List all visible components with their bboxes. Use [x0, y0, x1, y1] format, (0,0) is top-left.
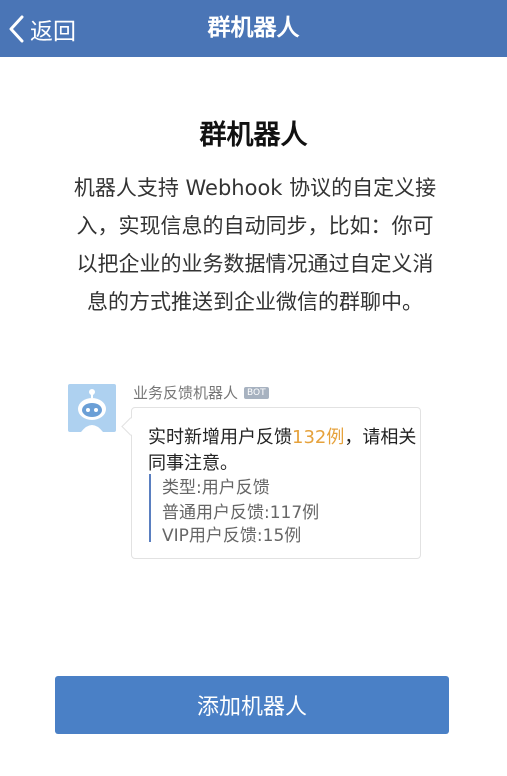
bot-badge: BOT [244, 386, 269, 399]
add-robot-button[interactable]: 添加机器人 [55, 676, 449, 734]
message-text: 实时新增用户反馈 [148, 427, 292, 448]
description-line: 机器人支持 Webhook 协议的自定义接 [73, 176, 437, 200]
navbar: 返回 群机器人 [0, 0, 507, 57]
quote-bar [149, 474, 151, 542]
section-heading: 群机器人 [199, 120, 308, 151]
page-title: 群机器人 [207, 15, 300, 41]
description: 机器人支持 Webhook 协议的自定义接 入，实现信息的自动同步，比如：你可 … [70, 169, 440, 321]
quote-line: 普通用户反馈:117例 [162, 503, 320, 523]
description-line: 息的方式推送到企业微信的群聊中。 [87, 290, 423, 314]
quote-line: VIP用户反馈:15例 [162, 526, 302, 546]
message-text: ，请相关 [344, 427, 417, 448]
sender-name: 业务反馈机器人 [133, 384, 239, 402]
message-line-1: 实时新增用户反馈132例，请相关 [148, 423, 416, 449]
sender: 业务反馈机器人 BOT [133, 382, 269, 403]
robot-avatar [68, 384, 116, 432]
robot-icon [78, 389, 106, 432]
description-line: 以把企业的业务数据情况通过自定义消 [76, 252, 434, 276]
quote-line: 类型:用户反馈 [162, 478, 270, 498]
feedback-count: 132例 [292, 427, 345, 448]
message-line-2: 同事注意。 [148, 453, 238, 474]
description-line: 入，实现信息的自动同步，比如：你可 [76, 214, 434, 238]
